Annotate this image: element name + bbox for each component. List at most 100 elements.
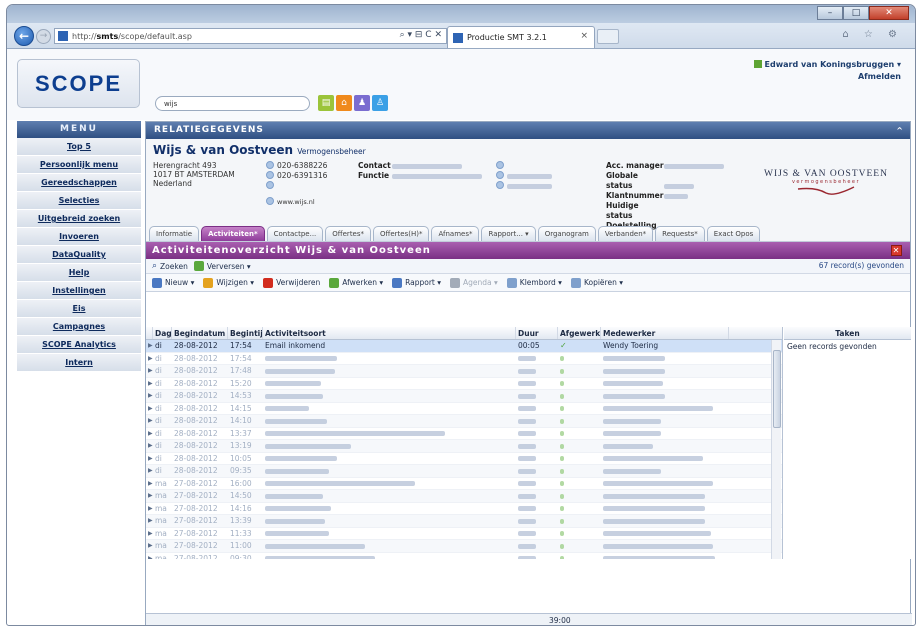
tab[interactable]: Informatie — [149, 226, 200, 241]
tab[interactable]: Offertes* — [325, 226, 372, 241]
search-input[interactable] — [155, 96, 310, 111]
website-row[interactable]: www.wijs.nl — [266, 197, 327, 207]
menu-item[interactable]: SCOPE Analytics — [17, 336, 141, 354]
table-row[interactable]: ▶ di 28-08-2012 15:20 — [146, 378, 782, 390]
people-icon[interactable]: ♟ — [354, 95, 370, 111]
report-button[interactable]: Rapport ▾ — [392, 277, 441, 288]
table-row[interactable]: ▶ ma 27-08-2012 16:00 — [146, 478, 782, 490]
relatie-section-bar[interactable]: RELATIEGEGEVENS ^ — [146, 122, 910, 139]
table-row[interactable]: ▶ ma 27-08-2012 11:33 — [146, 528, 782, 540]
cell-employee-redacted — [603, 468, 661, 474]
clipboard-button[interactable]: Klembord ▾ — [506, 277, 562, 288]
forward-arrow-icon[interactable]: → — [36, 29, 51, 44]
menu-item[interactable]: Gereedschappen — [17, 174, 141, 192]
url-field[interactable]: http://smts/scope/default.asp ⌕ ▾ ⊟ C ✕ — [54, 28, 447, 44]
menu-item[interactable]: Intern — [17, 354, 141, 372]
column-header[interactable]: Begintijd — [228, 327, 263, 339]
maximize-button[interactable]: □ — [843, 6, 869, 20]
table-row[interactable]: ▶ ma 27-08-2012 14:16 — [146, 503, 782, 515]
menu-item[interactable]: Instellingen — [17, 282, 141, 300]
menu-item[interactable]: Top 5 — [17, 138, 141, 156]
scope-logo[interactable]: SCOPE — [17, 59, 140, 108]
back-arrow-icon[interactable]: ← — [14, 26, 34, 46]
url-tools-icons[interactable]: ⌕ ▾ ⊟ C ✕ — [400, 30, 442, 40]
table-row[interactable]: ▶ di 28-08-2012 14:15 — [146, 403, 782, 415]
cell-duration-redacted — [518, 443, 536, 449]
tab[interactable]: Exact Opos — [706, 226, 761, 241]
close-window-button[interactable]: ✕ — [869, 6, 909, 20]
table-row[interactable]: ▶ di 28-08-2012 14:10 — [146, 415, 782, 428]
menu-item[interactable]: Help — [17, 264, 141, 282]
contact-value-redacted[interactable] — [392, 163, 462, 169]
column-header[interactable]: Dag — [153, 327, 172, 339]
delete-button[interactable]: Verwijderen — [263, 277, 320, 288]
menu-item[interactable]: Selecties — [17, 192, 141, 210]
cell-done — [558, 440, 601, 452]
tab[interactable]: Requests* — [655, 226, 705, 241]
minimize-button[interactable]: – — [817, 6, 843, 20]
tab[interactable]: Offertes(H)* — [373, 226, 430, 241]
finish-button[interactable]: Afwerken ▾ — [329, 277, 383, 288]
new-button[interactable]: Nieuw ▾ — [152, 277, 194, 288]
refresh-button[interactable]: Verversen ▾ — [193, 261, 251, 271]
table-row[interactable]: ▶ di 28-08-2012 10:05 — [146, 453, 782, 465]
table-row[interactable]: ▶ ma 27-08-2012 09:30 — [146, 553, 782, 559]
menu-item[interactable]: Invoeren — [17, 228, 141, 246]
new-tab-button[interactable] — [597, 29, 619, 44]
copy-button[interactable]: Kopiëren ▾ — [570, 277, 623, 288]
close-icon[interactable]: ✕ — [891, 245, 902, 256]
cell-duration — [516, 353, 558, 365]
table-row[interactable]: ▶ di 28-08-2012 17:48 — [146, 365, 782, 378]
tab[interactable]: Activiteiten* — [201, 226, 265, 241]
menu-item[interactable]: Campagnes — [17, 318, 141, 336]
tab-strip: Informatie Activiteiten* Contactpe... Offer… — [146, 226, 912, 241]
fax-icon — [266, 171, 274, 179]
table-row[interactable]: ▶ di 28-08-2012 09:35 — [146, 465, 782, 478]
column-header[interactable]: Duur — [516, 327, 558, 339]
tab[interactable]: Organogram — [537, 226, 596, 241]
tab[interactable]: Verbanden* — [597, 226, 654, 241]
browser-toolbar-icons[interactable]: ⌂ ☆ ⚙ — [842, 29, 903, 40]
tab[interactable]: Contactpe... — [266, 226, 324, 241]
table-row[interactable]: ▶ ma 27-08-2012 11:00 — [146, 540, 782, 553]
table-row[interactable]: ▶ ma 27-08-2012 14:50 — [146, 490, 782, 503]
column-header[interactable]: Begindatum ▾ — [172, 327, 228, 339]
tab[interactable]: Afnames* — [431, 226, 480, 241]
table-row[interactable]: ▶ di 28-08-2012 13:37 — [146, 428, 782, 440]
column-header[interactable]: Afgewerkt — [558, 327, 601, 339]
tab[interactable]: Rapport... ▾ — [481, 226, 536, 241]
menu-item[interactable]: DataQuality — [17, 246, 141, 264]
row-indicator-icon: ▶ — [148, 404, 153, 412]
column-header[interactable]: Activiteitsoort — [263, 327, 516, 339]
table-row[interactable]: ▶ di 28-08-2012 14:53 — [146, 390, 782, 403]
agenda-button[interactable]: Agenda ▾ — [450, 277, 498, 288]
scrollbar-thumb[interactable] — [773, 350, 781, 428]
cell-date: 27-08-2012 — [174, 478, 218, 488]
menu-item[interactable]: Persoonlijk menu — [17, 156, 141, 174]
email-row[interactable] — [266, 181, 327, 191]
table-row[interactable]: ▶ di 28-08-2012 17:54 — [146, 353, 782, 365]
search-button[interactable]: ⌕ Zoeken — [152, 261, 188, 271]
logout-link[interactable]: Afmelden — [754, 71, 901, 83]
column-header[interactable]: Medewerker — [601, 327, 729, 339]
email-icon — [496, 181, 504, 189]
cell-time: 11:33 — [230, 528, 252, 538]
phone-2[interactable]: 020-6391316 — [266, 171, 327, 181]
folder-icon[interactable]: ▤ — [318, 95, 334, 111]
phone-1[interactable]: 020-6388226 — [266, 161, 327, 171]
browser-tab[interactable]: Productie SMT 3.2.1 × — [447, 26, 595, 48]
cell-type-redacted — [265, 556, 375, 559]
tab-close-icon[interactable]: × — [580, 31, 588, 41]
grid-scrollbar[interactable] — [771, 340, 781, 559]
home-icon[interactable]: ⌂ — [336, 95, 352, 111]
person-icon[interactable]: ♙ — [372, 95, 388, 111]
table-row[interactable]: ▶ di 28-08-2012 13:19 — [146, 440, 782, 453]
menu-item[interactable]: Eis — [17, 300, 141, 318]
table-row[interactable]: ▶ di 28-08-2012 17:54 Email inkomend 00:05 ✓ We… — [146, 340, 782, 353]
user-name[interactable]: Edward van Koningsbruggen ▾ — [753, 59, 901, 71]
menu-item[interactable]: Uitgebreid zoeken — [17, 210, 141, 228]
edit-icon — [203, 277, 214, 288]
collapse-icon[interactable]: ^ — [896, 122, 904, 139]
table-row[interactable]: ▶ ma 27-08-2012 13:39 — [146, 515, 782, 528]
edit-button[interactable]: Wijzigen ▾ — [203, 277, 254, 288]
